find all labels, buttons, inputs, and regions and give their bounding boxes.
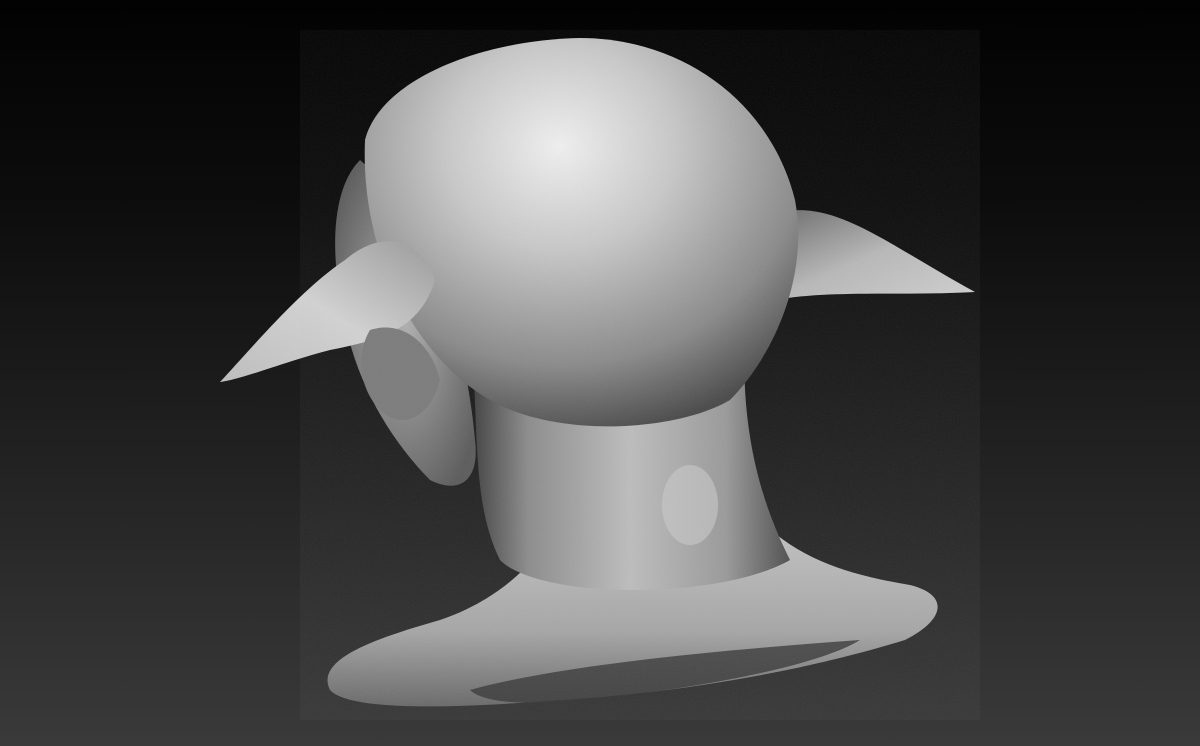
sculpt-render: [220, 30, 980, 720]
sculpt-viewport[interactable]: [0, 0, 1200, 746]
